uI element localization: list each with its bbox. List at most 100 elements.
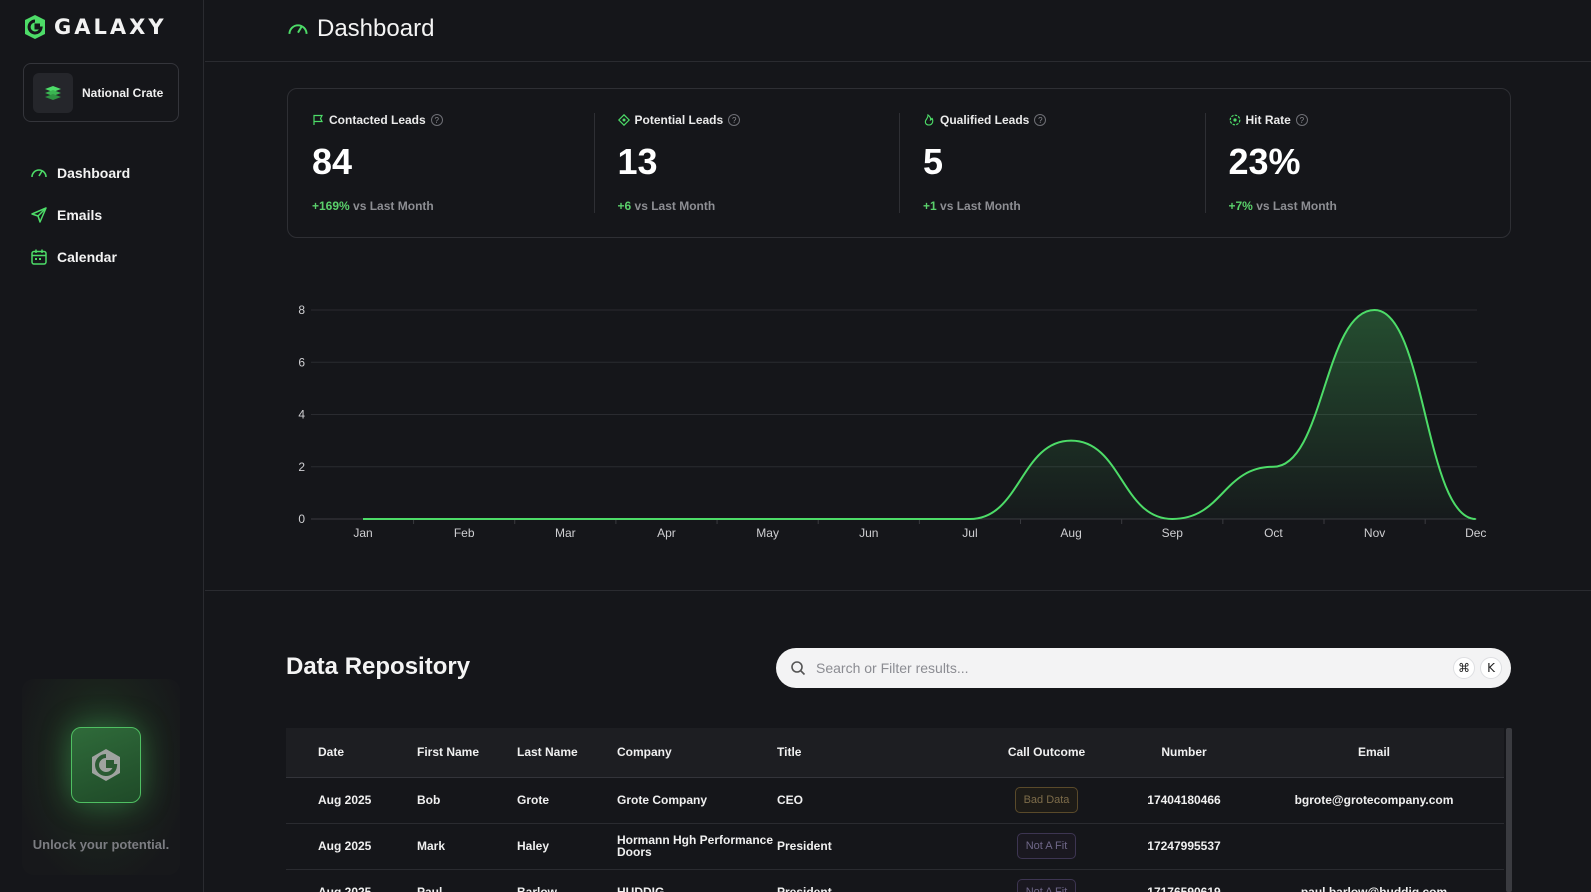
keyboard-shortcut: ⌘ K	[1453, 657, 1502, 679]
stat-delta-suffix: vs Last Month	[940, 199, 1021, 213]
stat-label: Potential Leads	[634, 113, 724, 127]
cell-last-name: Grote	[517, 793, 550, 807]
stat-delta: +169% vs Last Month	[312, 199, 594, 213]
table-row[interactable]: Aug 2025 Bob Grote Grote Company CEO Bad…	[286, 777, 1504, 823]
help-icon[interactable]: ?	[1295, 114, 1308, 126]
stat-qualified-leads: Qualified Leads ? 5 +1 vs Last Month	[899, 89, 1205, 237]
x-tick-label: Apr	[657, 526, 676, 540]
column-header-first-name[interactable]: First Name	[417, 728, 517, 777]
cell-first-name: Mark	[417, 839, 446, 853]
x-tick-label: Mar	[555, 526, 576, 540]
org-logo-icon	[33, 72, 73, 113]
cell-date: Aug 2025	[318, 839, 372, 853]
x-tick-label: Dec	[1465, 526, 1486, 540]
x-tick-label: Oct	[1264, 526, 1283, 540]
leads-area-chart: 0 2 4 6 8 Jan Feb Mar Apr May Jun Jul Aug Sep Oct Nov De…	[298, 303, 1486, 540]
page-title: Dashboard	[287, 15, 434, 43]
x-tick-label: Jan	[353, 526, 372, 540]
stats-panel: Contacted Leads ? 84 +169% vs Last Month…	[287, 88, 1511, 238]
cell-last-name: Barlow	[517, 885, 558, 892]
sidebar-item-calendar[interactable]: Calendar	[30, 236, 130, 278]
table-scrollbar[interactable]	[1506, 728, 1512, 892]
top-bar: Dashboard	[205, 0, 1591, 62]
cell-first-name: Bob	[417, 793, 441, 807]
section-divider	[205, 590, 1591, 591]
calendar-icon	[31, 249, 47, 265]
cell-call-outcome: Not A Fit	[969, 823, 1124, 869]
y-tick-label: 2	[298, 460, 305, 474]
flag-icon	[313, 114, 323, 125]
stat-delta: +1 vs Last Month	[923, 199, 1205, 213]
sidebar-item-label: Dashboard	[57, 165, 131, 181]
stat-value: 13	[617, 141, 658, 182]
brand-logo[interactable]: GALAXY	[22, 14, 167, 40]
cell-company: Hormann Hgh Performance Doors	[617, 833, 774, 859]
sidebar-nav: Dashboard Emails Calendar	[30, 152, 130, 278]
search-input[interactable]	[816, 660, 1443, 676]
cell-title: President	[777, 885, 832, 892]
galaxy-badge-icon	[71, 727, 141, 803]
galaxy-logo-icon	[25, 15, 45, 39]
column-header-company[interactable]: Company	[617, 728, 777, 777]
help-icon[interactable]: ?	[430, 114, 443, 126]
stat-header: Qualified Leads ?	[923, 113, 1205, 127]
y-tick-label: 6	[298, 355, 305, 369]
column-header-last-name[interactable]: Last Name	[517, 728, 617, 777]
target-icon	[1229, 114, 1240, 126]
sidebar: GALAXY National Crate Dashboard Emails C…	[0, 0, 204, 892]
stat-header: Potential Leads ?	[617, 113, 900, 127]
gauge-icon	[31, 169, 47, 178]
stat-delta-suffix: vs Last Month	[353, 199, 434, 213]
cell-title: President	[777, 839, 832, 853]
sidebar-item-dashboard[interactable]: Dashboard	[30, 152, 130, 194]
stat-label: Contacted Leads	[329, 113, 426, 127]
upgrade-promo-card[interactable]: Unlock your potential.	[22, 679, 180, 875]
stat-delta: +7% vs Last Month	[1229, 199, 1511, 213]
stat-value: 84	[312, 141, 353, 182]
help-icon[interactable]: ?	[1034, 114, 1047, 126]
column-header-date[interactable]: Date	[286, 728, 417, 777]
org-switcher[interactable]: National Crate	[23, 63, 179, 122]
help-icon[interactable]: ?	[728, 114, 741, 126]
cell-date: Aug 2025	[318, 793, 372, 807]
diamond-icon	[617, 114, 630, 126]
cell-last-name: Haley	[517, 839, 550, 853]
stat-delta-value: +1	[923, 199, 937, 213]
column-header-email[interactable]: Email	[1244, 728, 1504, 777]
stat-delta-value: +169%	[312, 199, 350, 213]
cell-number: 17176590619	[1147, 885, 1221, 892]
stat-delta-value: +7%	[1228, 199, 1253, 213]
y-tick-label: 0	[298, 512, 305, 526]
stat-hit-rate: Hit Rate ? 23% +7% vs Last Month	[1204, 89, 1511, 237]
sidebar-item-label: Calendar	[57, 249, 117, 265]
column-header-number[interactable]: Number	[1124, 728, 1244, 777]
search-bar[interactable]: ⌘ K	[776, 648, 1511, 688]
stat-delta: +6 vs Last Month	[618, 199, 900, 213]
column-header-title[interactable]: Title	[777, 728, 969, 777]
x-tick-label: Sep	[1162, 526, 1184, 540]
status-badge: Bad Data	[1014, 787, 1079, 813]
table-row[interactable]: Aug 2025 Paul Barlow HUDDIG President No…	[286, 869, 1504, 892]
data-table: Date First Name Last Name Company Title …	[286, 728, 1504, 892]
y-tick-label: 4	[298, 408, 305, 422]
sidebar-item-emails[interactable]: Emails	[30, 194, 130, 236]
cell-email: paul.barlow@huddig.com	[1300, 885, 1448, 892]
stat-header: Contacted Leads ?	[312, 113, 594, 127]
brand-name: GALAXY	[54, 15, 167, 39]
cell-company: HUDDIG	[617, 885, 665, 892]
stat-delta-value: +6	[617, 199, 632, 213]
data-table-container: Date First Name Last Name Company Title …	[286, 728, 1512, 892]
stat-delta-suffix: vs Last Month	[1256, 199, 1337, 213]
column-header-call-outcome[interactable]: Call Outcome	[969, 728, 1124, 777]
x-tick-label: May	[756, 526, 779, 540]
k-key: K	[1480, 657, 1502, 679]
stat-label: Hit Rate	[1245, 113, 1291, 127]
flame-icon	[924, 114, 934, 126]
table-row[interactable]: Aug 2025 Mark Haley Hormann Hgh Performa…	[286, 823, 1504, 869]
table-header-row: Date First Name Last Name Company Title …	[286, 728, 1504, 777]
sidebar-item-label: Emails	[57, 207, 103, 223]
stat-contacted-leads: Contacted Leads ? 84 +169% vs Last Month	[288, 89, 594, 237]
cell-first-name: Paul	[417, 885, 443, 892]
stat-potential-leads: Potential Leads ? 13 +6 vs Last Month	[593, 89, 900, 237]
page-title-text: Dashboard	[317, 15, 435, 42]
